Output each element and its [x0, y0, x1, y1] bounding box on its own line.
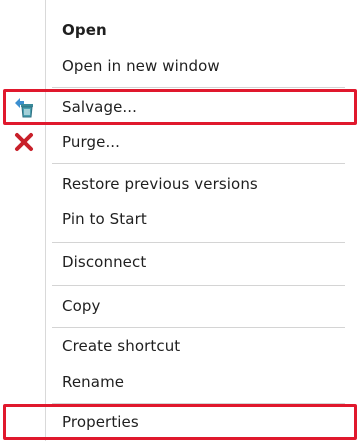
menu-item-open-in-new-window[interactable]: Open in new window	[0, 51, 359, 81]
menu-item-restore-previous-versions[interactable]: Restore previous versions	[0, 168, 359, 200]
menu-item-label: Restore previous versions	[62, 175, 258, 193]
menu-item-label: Rename	[62, 373, 125, 391]
close-icon	[11, 129, 37, 155]
menu-separator	[52, 87, 345, 88]
highlight-box-salvage	[3, 89, 357, 125]
menu-item-open[interactable]: Open	[0, 15, 359, 45]
menu-item-copy[interactable]: Copy	[0, 290, 359, 322]
menu-item-label: Pin to Start	[62, 210, 147, 228]
menu-separator	[52, 242, 345, 243]
menu-item-pin-to-start[interactable]: Pin to Start	[0, 203, 359, 235]
context-menu: Open Open in new window Salvage... Purge	[0, 0, 359, 441]
menu-item-purge[interactable]: Purge...	[0, 126, 359, 158]
menu-item-label: Purge...	[62, 133, 121, 151]
menu-separator	[52, 163, 345, 164]
menu-item-create-shortcut[interactable]: Create shortcut	[0, 330, 359, 362]
menu-separator	[52, 327, 345, 328]
menu-separator	[52, 285, 345, 286]
menu-item-label: Create shortcut	[62, 337, 181, 355]
menu-item-label: Copy	[62, 297, 101, 315]
menu-item-label: Open	[62, 21, 107, 39]
menu-item-rename[interactable]: Rename	[0, 366, 359, 398]
menu-item-label: Open in new window	[62, 57, 220, 75]
highlight-box-properties	[3, 404, 357, 440]
menu-item-disconnect[interactable]: Disconnect	[0, 246, 359, 278]
menu-item-label: Disconnect	[62, 253, 147, 271]
